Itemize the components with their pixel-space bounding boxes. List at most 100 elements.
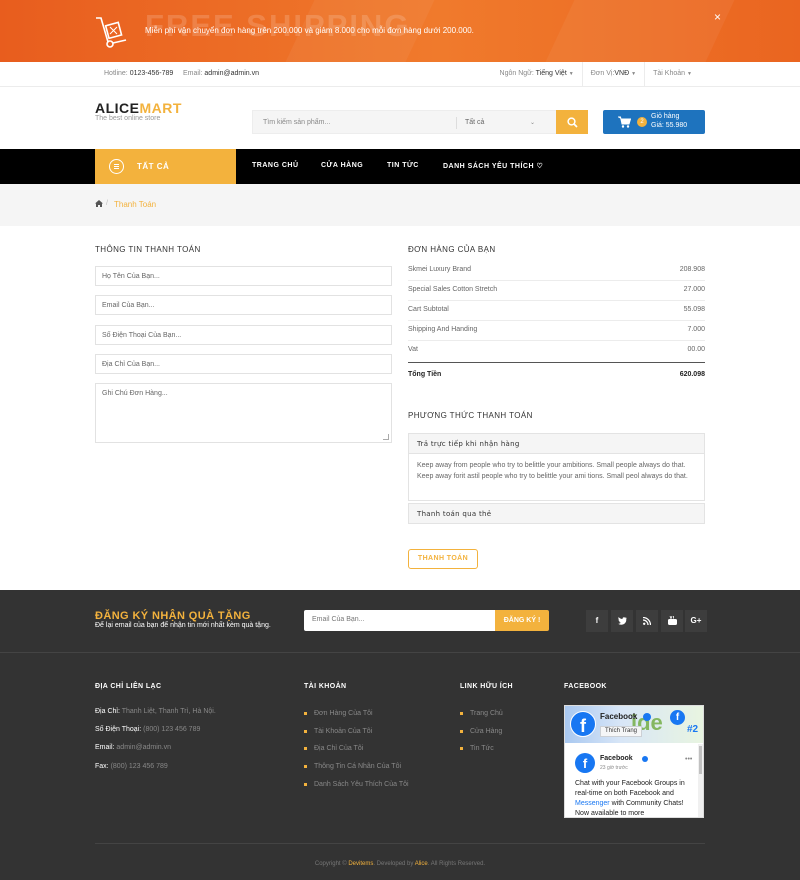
email-field[interactable]: Email Của Bạn... (95, 295, 392, 315)
twitter-icon[interactable] (611, 610, 633, 632)
facebook-like-button[interactable]: Thích Trang (600, 726, 643, 737)
cart-total: Giá: 55.980 (651, 122, 688, 129)
copy-link-devitems[interactable]: Devitems (348, 861, 373, 867)
copyright: Copyright © Devitems. Developed by Alice… (0, 861, 800, 867)
contact-label: Email: (95, 744, 115, 751)
search-input[interactable]: Tìm kiếm sản phẩm... (263, 119, 330, 126)
order-item-price: 27.000 (683, 286, 705, 293)
rss-icon[interactable] (636, 610, 658, 632)
footer-link-wishlist[interactable]: Danh Sách Yêu Thích Của Tôi (314, 781, 409, 788)
currency-selector[interactable]: Đơn Vị:VNĐ ▼ (581, 62, 644, 87)
order-total-row: Tổng Tiền 620.098 (408, 366, 705, 386)
contact-value: Thanh Liệt, Thanh Trì, Hà Nội. (121, 708, 216, 715)
newsletter-subscribe-button[interactable]: ĐĂNG KÝ ! (495, 610, 549, 631)
contact-phone: Số Điện Thoại: (800) 123 456 789 (95, 726, 200, 733)
cart-button[interactable]: 2 Giỏ hàng Giá: 55.980 (603, 110, 705, 134)
search-divider (456, 117, 457, 129)
order-item-price: 55.098 (683, 306, 705, 313)
cart-count-badge: 2 (637, 117, 647, 127)
more-icon[interactable]: ••• (685, 756, 692, 763)
facebook-post-time: 23 giờ trước (600, 765, 628, 771)
contact-fax: Fax: (800) 123 456 789 (95, 763, 168, 770)
hotline: Hotline: 0123-456-789 (104, 70, 173, 77)
payment-method-cod-label: Trả trực tiếp khi nhận hàng (417, 440, 520, 448)
footer-link-news[interactable]: Tin Tức (470, 745, 494, 752)
home-icon[interactable] (95, 200, 103, 207)
nav-wishlist[interactable]: DANH SÁCH YÊU THÍCH ♡ (443, 162, 543, 170)
nav-shop[interactable]: CỬA HÀNG (321, 162, 363, 169)
newsletter-email-input[interactable]: Email Của Bạn... (304, 610, 495, 631)
phone-placeholder: Số Điện Thoại Của Bạn... (102, 332, 182, 339)
footer-link-account[interactable]: Tài Khoản Của Tôi (314, 728, 372, 735)
facebook-page-name[interactable]: Facebook (600, 712, 637, 721)
facebook-post-author: Facebook (600, 755, 633, 762)
payment-title: PHƯƠNG THỨC THANH TOÁN (408, 411, 533, 420)
language-selector[interactable]: Ngôn Ngữ: Tiếng Việt ▼ (492, 62, 582, 87)
contact-label: Fax: (95, 763, 109, 770)
bullet-icon (460, 730, 463, 733)
order-item-name: Special Sales Cotton Stretch (408, 286, 498, 293)
order-item-price: 00.00 (687, 346, 705, 353)
bullet-icon (304, 765, 307, 768)
footer-link-shop[interactable]: Cửa Hàng (470, 728, 502, 735)
chevron-down-icon: ▼ (568, 71, 574, 77)
copy-link-alice[interactable]: Alice (415, 861, 428, 867)
main-nav: TẤT CẢ TRANG CHỦ CỬA HÀNG TIN TỨC DANH S… (0, 149, 800, 184)
footer-link-profile[interactable]: Thông Tin Cá Nhân Của Tôi (314, 763, 401, 770)
youtube-logo-icon (667, 615, 677, 625)
account-menu[interactable]: Tài Khoản ▼ (644, 62, 700, 87)
nav-news[interactable]: TIN TỨC (387, 162, 419, 169)
checkout-button[interactable]: THANH TOÁN (408, 549, 478, 569)
bullet-icon (460, 712, 463, 715)
chevron-down-icon: ▼ (631, 71, 637, 77)
payment-description-text: Keep away from people who try to belittl… (417, 462, 688, 480)
facebook-scrollbar[interactable] (698, 744, 703, 817)
footer-link-home[interactable]: Trang Chủ (470, 710, 503, 717)
order-item-name: Skmei Luxury Brand (408, 266, 472, 273)
breadcrumb: / Thanh Toán (0, 184, 800, 226)
account-links-title: TÀI KHOẢN (304, 683, 347, 690)
order-row: Skmei Luxury Brand 208.908 (408, 261, 705, 281)
chevron-down-icon: ▼ (687, 71, 692, 77)
payment-method-card[interactable]: Thanh toán qua thẻ (408, 503, 705, 524)
post-link[interactable]: Messenger (575, 800, 610, 807)
hotline-value: 0123-456-789 (129, 70, 174, 77)
facebook-widget[interactable]: ide #2 f Facebook Thích Trang f f Facebo… (564, 705, 704, 818)
verified-icon (642, 756, 648, 762)
phone-field[interactable]: Số Điện Thoại Của Bạn... (95, 325, 392, 345)
search-button[interactable] (556, 110, 588, 134)
email-label: Email: (183, 70, 203, 77)
order-note-field[interactable]: Ghi Chú Đơn Hàng... (95, 383, 392, 443)
order-item-name: Vat (408, 346, 418, 353)
footer-divider (0, 652, 800, 653)
billing-title: THÔNG TIN THANH TOÁN (95, 245, 201, 254)
nav-home[interactable]: TRANG CHỦ (252, 162, 299, 169)
footer-link-address[interactable]: Địa Chỉ Của Tôi (314, 745, 363, 752)
google-plus-icon[interactable]: G+ (685, 610, 707, 632)
promo-banner: FREE SHIPPING Miễn phí vận chuyển đơn hà… (0, 0, 800, 62)
footer-link-orders[interactable]: Đơn Hàng Của Tôi (314, 710, 373, 717)
logo-part-2: MART (139, 100, 182, 116)
site-logo[interactable]: ALICEMART (95, 100, 182, 116)
address-placeholder: Địa Chỉ Của Bạn... (102, 361, 160, 368)
breadcrumb-separator: / (106, 200, 108, 207)
order-item-price: 208.908 (679, 266, 705, 273)
all-categories-button[interactable]: TẤT CẢ (95, 149, 236, 184)
promo-message: Miễn phí vận chuyển đơn hàng trên 200.00… (145, 26, 474, 35)
order-item-price: 7.000 (687, 326, 705, 333)
name-field[interactable]: Họ Tên Của Bạn... (95, 266, 392, 286)
account-label: Tài Khoản (653, 70, 686, 77)
close-icon[interactable]: × (714, 10, 721, 24)
breadcrumb-current: Thanh Toán (114, 200, 157, 209)
facebook-icon: f (670, 710, 685, 725)
address-field[interactable]: Địa Chỉ Của Bạn... (95, 354, 392, 374)
search-icon (566, 116, 578, 128)
payment-method-cod[interactable]: Trả trực tiếp khi nhận hàng (408, 433, 705, 454)
facebook-icon[interactable]: f (586, 610, 608, 632)
resize-handle[interactable] (383, 434, 389, 440)
email-placeholder: Email Của Bạn... (102, 302, 155, 309)
category-select[interactable]: Tất cả (465, 119, 484, 126)
order-note-placeholder: Ghi Chú Đơn Hàng... (102, 390, 168, 397)
footer-bottom-divider (95, 843, 705, 844)
youtube-icon[interactable] (661, 610, 683, 632)
